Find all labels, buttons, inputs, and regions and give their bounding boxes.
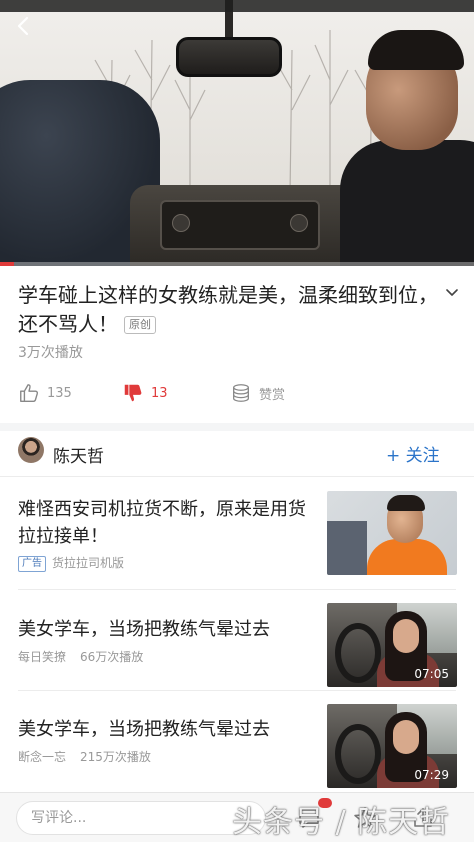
list-item[interactable]: 难怪西安司机拉货不断，原来是用货拉拉接单！ 广告 货拉拉司机版	[0, 476, 474, 588]
thumbnail-person-face	[393, 619, 419, 653]
thumbs-up-icon	[20, 384, 39, 402]
list-item-thumbnail[interactable]	[327, 491, 457, 575]
rearview-mirror	[176, 37, 282, 77]
radio-knob	[172, 214, 190, 232]
ad-badge: 广告	[18, 556, 46, 572]
list-item-source: 每日笑撩	[18, 650, 67, 664]
instructor-body	[340, 140, 474, 266]
author-row[interactable]: 陈天哲 + 关注	[0, 435, 474, 473]
list-item[interactable]: 美女学车，当场把教练气晕过去 断念一忘 215万次播放 07:29	[0, 691, 474, 791]
reward-button[interactable]: 赞赏	[230, 378, 285, 408]
thumbnail-person-hair	[387, 495, 425, 511]
list-item-title[interactable]: 难怪西安司机拉货不断，原来是用货拉拉接单！	[18, 496, 310, 550]
expand-chevron-icon[interactable]	[446, 286, 458, 298]
video-progress-fill	[0, 262, 15, 266]
steering-wheel-icon	[335, 623, 381, 683]
list-item-plays: 215万次播放	[80, 750, 151, 764]
list-item-meta: 每日笑撩 66万次播放	[18, 648, 143, 665]
dislike-count: 13	[151, 385, 168, 401]
list-item-thumbnail[interactable]: 07:29	[327, 704, 457, 788]
list-item-source: 货拉拉司机版	[52, 556, 125, 570]
play-count: 3万次播放	[18, 345, 83, 361]
back-arrow-icon[interactable]	[12, 14, 36, 38]
instructor-hair	[368, 30, 464, 70]
status-bar	[0, 0, 474, 12]
video-duration: 07:29	[414, 768, 449, 782]
dislike-button[interactable]: 13	[122, 378, 168, 408]
radio-knob	[290, 214, 308, 232]
thumbnail-person-body	[367, 539, 447, 575]
section-divider	[0, 423, 474, 431]
thumbnail-car	[327, 521, 367, 575]
thumbnail-person-face	[393, 720, 419, 754]
steering-wheel-icon	[335, 724, 381, 784]
list-item-plays: 66万次播放	[80, 650, 144, 664]
thumbs-down-icon	[124, 384, 142, 402]
video-progress-bar[interactable]	[0, 262, 474, 266]
list-item-source: 断念一忘	[18, 750, 67, 764]
video-player[interactable]	[0, 0, 474, 266]
like-button[interactable]: 135	[18, 378, 72, 408]
video-duration: 07:05	[414, 667, 449, 681]
list-item-thumbnail[interactable]: 07:05	[327, 603, 457, 687]
list-item-title[interactable]: 美女学车，当场把教练气晕过去	[18, 716, 310, 743]
watermark: 头条号 / 陈天哲	[232, 805, 451, 840]
article-title: 学车碰上这样的女教练就是美，温柔细致到位，还不骂人！ 原创	[18, 281, 438, 339]
list-item-meta: 断念一忘 215万次播放	[18, 748, 151, 765]
list-item[interactable]: 美女学车，当场把教练气晕过去 每日笑撩 66万次播放 07:05	[0, 590, 474, 690]
video-frame-instructor	[340, 20, 474, 266]
avatar[interactable]	[18, 437, 44, 463]
original-badge: 原创	[124, 316, 156, 334]
list-item-meta: 广告 货拉拉司机版	[18, 554, 124, 572]
coins-icon	[233, 384, 249, 402]
follow-button[interactable]: + 关注	[386, 441, 440, 466]
like-count: 135	[47, 385, 72, 401]
article-title-text: 学车碰上这样的女教练就是美，温柔细致到位，还不骂人！	[18, 283, 438, 336]
comment-input[interactable]: 写评论...	[16, 801, 266, 835]
list-item-title[interactable]: 美女学车，当场把教练气晕过去	[18, 616, 310, 643]
reward-label: 赞赏	[259, 387, 286, 403]
author-name[interactable]: 陈天哲	[53, 442, 104, 467]
video-frame-radio	[160, 200, 320, 250]
action-row: 135 13 赞赏	[0, 378, 474, 408]
